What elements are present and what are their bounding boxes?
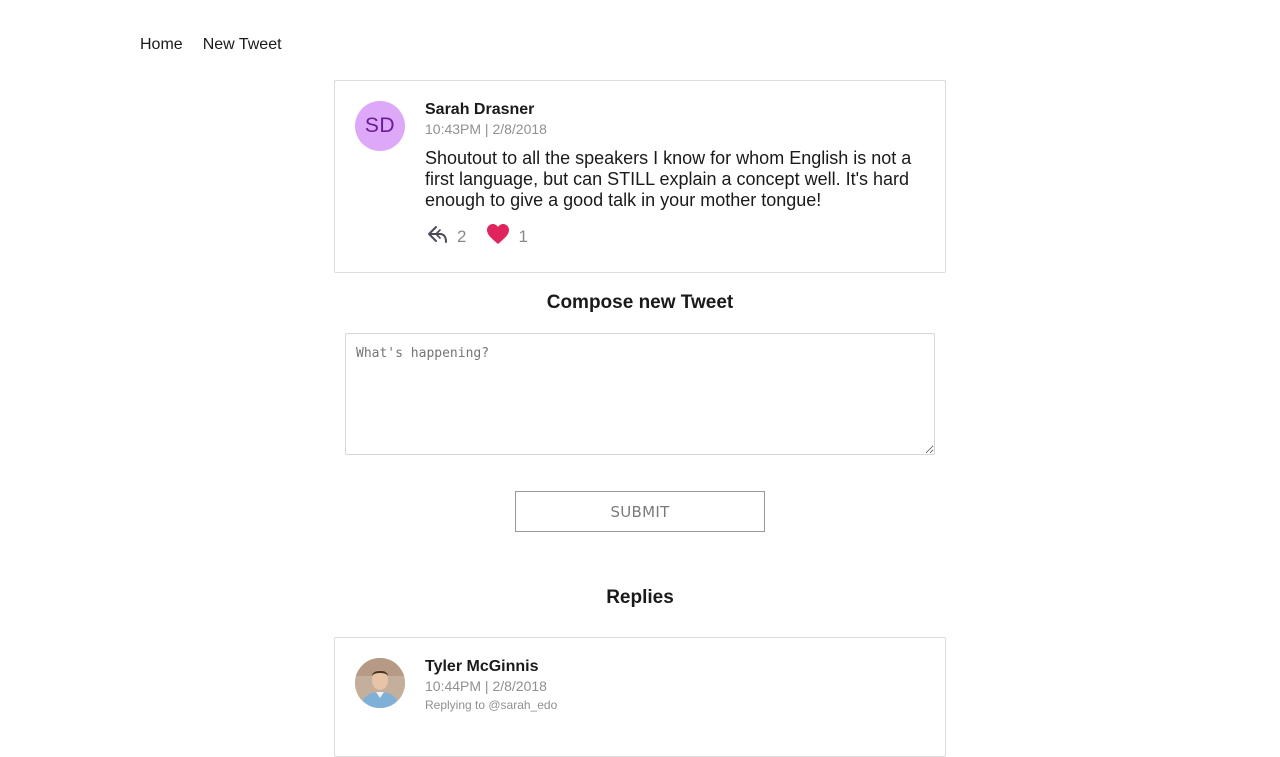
reply-arrow-icon: [427, 224, 449, 249]
compose-title: Compose new Tweet: [546, 292, 734, 313]
heart-filled-icon: [486, 223, 510, 250]
compose-input[interactable]: [345, 333, 935, 455]
replying-to-label: Replying to @sarah_edo: [425, 698, 558, 712]
tweet-timestamp: 10:43PM | 2/8/2018: [425, 121, 547, 137]
reply-button[interactable]: 2: [427, 224, 466, 249]
like-button[interactable]: 1: [486, 223, 528, 250]
tweet-text: Shoutout to all the speakers I know for …: [425, 148, 912, 210]
reply-meta: Tyler McGinnis 10:44PM | 2/8/2018 Replyi…: [425, 658, 557, 714]
reply-author: Tyler McGinnis: [425, 658, 539, 675]
tweet-author: Sarah Drasner: [425, 101, 535, 118]
avatar: SD: [355, 101, 405, 151]
nav-home-link[interactable]: Home: [140, 36, 183, 54]
reply-timestamp: 10:44PM | 2/8/2018: [425, 678, 547, 694]
like-count: 1: [518, 226, 528, 246]
main-tweet-card: SD Sarah Drasner 10:43PM | 2/8/2018 Shou…: [334, 80, 946, 273]
reply-tweet-card[interactable]: Tyler McGinnis 10:44PM | 2/8/2018 Replyi…: [334, 637, 946, 757]
top-nav: Home New Tweet: [140, 36, 282, 54]
replies-title: Replies: [606, 587, 674, 608]
nav-new-tweet-link[interactable]: New Tweet: [203, 36, 282, 54]
reply-count: 2: [457, 226, 467, 246]
tweet-actions: 2 1: [427, 223, 528, 250]
avatar-initials: SD: [364, 114, 396, 137]
tweet-meta: Sarah Drasner 10:43PM | 2/8/2018: [425, 101, 547, 138]
user-photo-icon: [355, 658, 405, 708]
submit-button[interactable]: SUBMIT: [515, 491, 765, 532]
avatar: [355, 658, 405, 708]
